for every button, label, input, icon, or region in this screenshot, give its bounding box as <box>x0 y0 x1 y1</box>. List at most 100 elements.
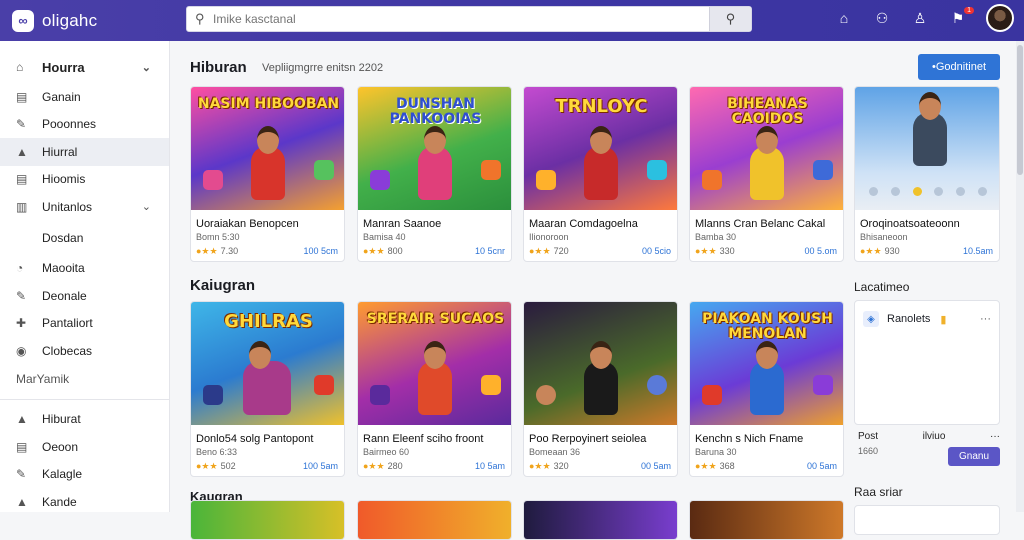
side-card[interactable] <box>854 505 1000 535</box>
game-price: 00 5cio <box>641 246 671 256</box>
game-card[interactable]: SRERAIR SUCAOS Rann Eleenf sciho froont … <box>357 301 512 477</box>
list-icon: ▤ <box>16 172 28 187</box>
sidebar-item-label: Kalagle <box>42 467 83 482</box>
rating-stars-icon: ●★★ 368 <box>695 461 735 471</box>
sidebar-item-label: Oeoon <box>42 439 79 454</box>
rating-stars-icon: ●★★ 330 <box>695 246 735 256</box>
sidebar-item-oeoon[interactable]: ▤ Oeoon <box>0 433 169 461</box>
sidebar-item-hiburat[interactable]: ▲ Hiburat <box>0 406 169 434</box>
game-card[interactable]: PIAKOAN KOUSH MENOLAN Kenchn s Nich Fnam… <box>689 301 844 477</box>
tools-icon: ✎ <box>16 288 27 303</box>
game-thumbnail <box>855 87 999 210</box>
sidebar-item-deonale[interactable]: ✎ Deonale <box>0 282 169 310</box>
thumbnail-art-title: PIAKOAN KOUSH MENOLAN <box>702 311 833 343</box>
sidebar: ⌂ Hourra ⌄ ▤ Ganain ✎ Pooonnes ▲ Hiurral ▤ H… <box>0 41 170 512</box>
sidebar-item-pooonnes[interactable]: ✎ Pooonnes <box>0 111 169 139</box>
game-card[interactable]: BIHEANAS CAOIDOS Mlanns Cran Belanc Caka… <box>689 86 844 262</box>
person-icon: ▲ <box>16 412 28 427</box>
sidebar-item-hioomis[interactable]: ▤ Hioomis <box>0 166 169 194</box>
section-title-hiburan: Hiburan <box>190 59 247 76</box>
search-bar: ⚲ ⚲ <box>186 6 752 32</box>
game-card[interactable] <box>523 500 678 540</box>
game-card[interactable] <box>357 500 512 540</box>
game-title: Oroqinoatsoateoonn <box>860 218 960 230</box>
sidebar-item-label: Maooita <box>42 261 85 276</box>
rating-stars-icon: ●★★ 720 <box>529 246 569 256</box>
panel-row[interactable]: ◈ Ranolets ▮ ··· <box>855 301 999 337</box>
game-thumbnail <box>690 501 843 539</box>
thumbnail-art-title: SRERAIR SUCAOS <box>366 311 505 327</box>
thumbnail-art-title: GHILRAS <box>224 311 313 332</box>
game-meta: Bamba 30 <box>695 232 737 242</box>
game-card[interactable]: Poo Rerpoyinert seiolea Bomeaan 36 ●★★ 32… <box>523 301 678 477</box>
game-title: Poo Rerpoyinert seiolea <box>529 433 647 445</box>
game-thumbnail <box>524 302 677 425</box>
sidebar-item-maooita[interactable]: ◔ Maooita <box>0 255 169 283</box>
store-icon[interactable]: ⌂ <box>834 10 854 26</box>
scrollbar-thumb[interactable] <box>1017 45 1023 175</box>
sidebar-divider <box>0 398 169 400</box>
sidebar-item-label: Dosdan <box>42 230 84 245</box>
rating-stars-icon: ●★★ 320 <box>529 461 569 471</box>
avatar[interactable] <box>986 4 1014 32</box>
game-card[interactable] <box>190 500 345 540</box>
app-logo[interactable]: ∞ oligahc <box>12 9 172 32</box>
game-thumbnail: PIAKOAN KOUSH MENOLAN <box>690 302 843 425</box>
post-row: Post ilviuo ··· <box>858 431 1000 442</box>
game-rating: 800 <box>387 246 403 256</box>
game-rating: 7.30 <box>220 246 239 256</box>
game-thumbnail: NASIM HIBOOBAN <box>191 87 344 210</box>
search-icon: ⚲ <box>725 11 736 26</box>
game-thumbnail <box>358 501 511 539</box>
user-icon[interactable]: ♙ <box>910 10 930 27</box>
gallery-dots[interactable] <box>855 187 999 196</box>
game-card[interactable]: NASIM HIBOOBAN Uoraiakan Benopcen Bomn 5… <box>190 86 345 262</box>
sidebar-group-home[interactable]: ⌂ Hourra ⌄ <box>0 51 169 83</box>
grid-icon: ▥ <box>16 199 28 214</box>
list-icon: ▤ <box>16 439 28 454</box>
game-card[interactable]: GHILRAS Donlo54 solg Pantopont Beno 6:33… <box>190 301 345 477</box>
app-name: oligahc <box>42 10 98 30</box>
chevron-down-icon[interactable]: ⌄ <box>142 61 151 74</box>
notifications-icon[interactable]: ⚑ 1 <box>948 6 974 27</box>
game-card[interactable]: Oroqinoatsoateoonn Bhisaneoon ●★★ 930 10.5… <box>854 86 1000 262</box>
side-panel-title: Lacatimeo <box>854 280 910 294</box>
gamepad-icon[interactable]: ⚇ <box>872 10 892 27</box>
sidebar-item-label: Hiurral <box>42 144 78 159</box>
search-button[interactable]: ⚲ <box>709 7 751 31</box>
bookmark-icon: ▮ <box>940 313 947 326</box>
more-icon[interactable]: ··· <box>980 313 991 325</box>
game-price: 100 5am <box>302 461 338 471</box>
game-card[interactable]: TRNLOYC Maaran Comdagoelna Ilionoroon ●★… <box>523 86 678 262</box>
more-icon[interactable]: ··· <box>990 431 1000 442</box>
sidebar-subitem-dosdan[interactable]: Dosdan <box>0 221 169 255</box>
sidebar-item-kalagle[interactable]: ✎ Kalagle <box>0 461 169 489</box>
game-meta: Ilionoroon <box>529 232 569 242</box>
game-card[interactable]: DUNSHAN PANKOOIAS Manran Saanoe Bamisa 4… <box>357 86 512 262</box>
sidebar-item-unitanlos[interactable]: ▥ Unitanlos ⌄ <box>0 193 169 221</box>
game-card[interactable] <box>689 500 844 540</box>
game-meta: Beno 6:33 <box>196 447 238 457</box>
game-thumbnail: DUNSHAN PANKOOIAS <box>358 87 511 210</box>
game-rating: 720 <box>553 246 569 256</box>
sidebar-item-ganain[interactable]: ▤ Ganain <box>0 83 169 111</box>
person-icon: ▲ <box>16 144 28 159</box>
list-icon: ▤ <box>16 89 28 104</box>
game-meta: Bomeaan 36 <box>529 447 581 457</box>
scrollbar[interactable] <box>1016 41 1024 512</box>
search-input[interactable] <box>213 9 709 29</box>
rating-stars-icon: ●★★ 502 <box>196 461 236 471</box>
post-value: ilviuo <box>922 431 946 442</box>
game-rating: 930 <box>884 246 900 256</box>
sidebar-section-label: MarYamik <box>16 371 70 386</box>
sidebar-item-hiurral[interactable]: ▲ Hiurral <box>0 138 169 166</box>
game-title: Manran Saanoe <box>363 218 442 230</box>
top-bar: ∞ oligahc ⚲ ⚲ ⌂ ⚇ ♙ ⚑1 <box>0 0 1024 41</box>
chevron-down-icon[interactable]: ⌄ <box>142 200 151 213</box>
person-icon: ▲ <box>16 494 28 509</box>
cta-button[interactable]: •Godnitinet <box>918 54 1000 80</box>
sidebar-item-clobecas[interactable]: ◉ Clobecas <box>0 337 169 365</box>
sidebar-item-pantaliort[interactable]: ✚ Pantaliort <box>0 310 169 338</box>
post-button[interactable]: Gnanu <box>948 447 1000 466</box>
sidebar-item-kande[interactable]: ▲ Kande <box>0 488 169 516</box>
